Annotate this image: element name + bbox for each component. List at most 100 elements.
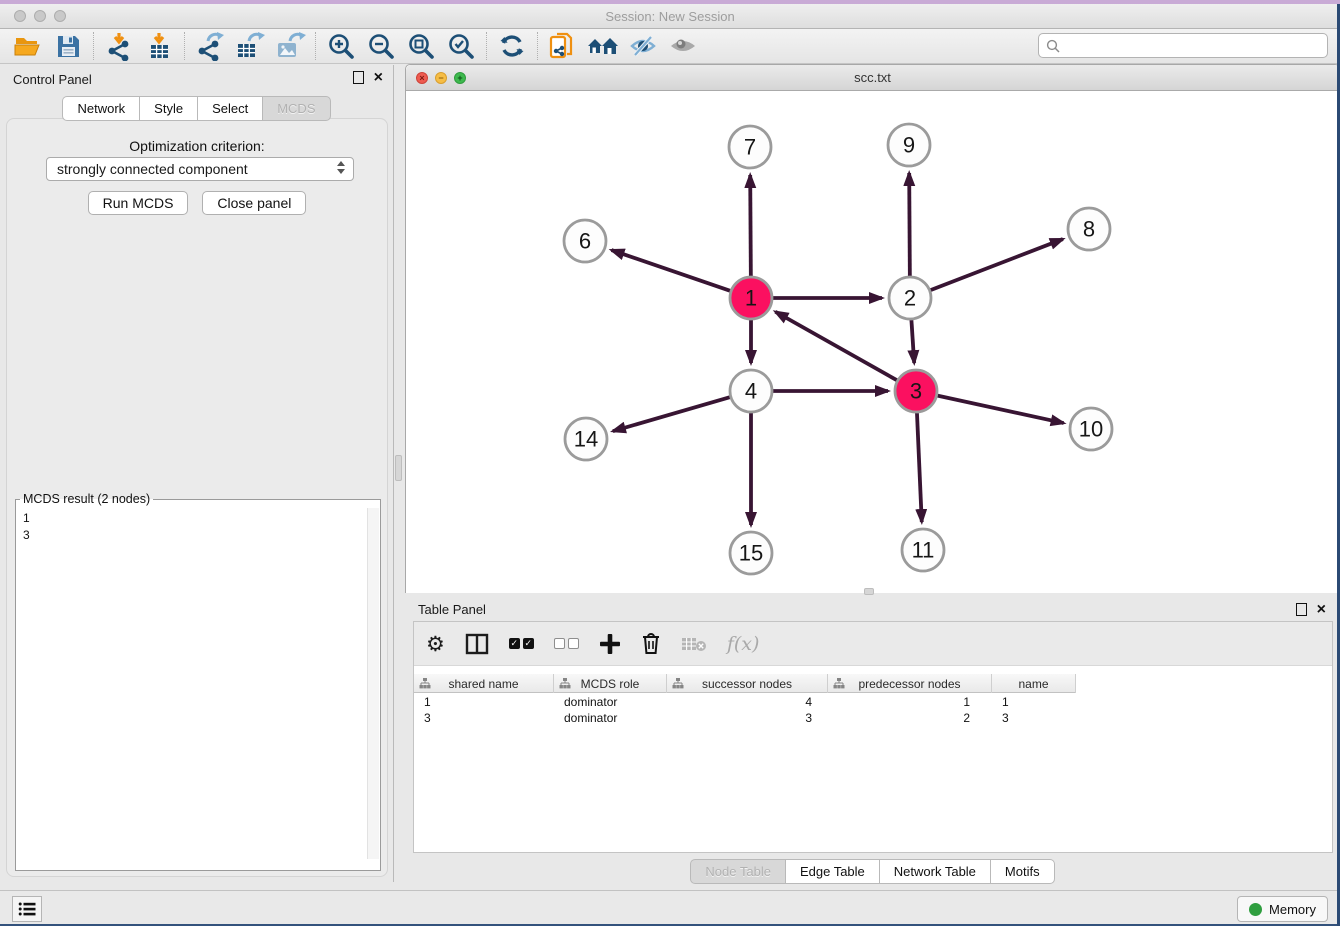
tab-network-table[interactable]: Network Table	[879, 859, 990, 884]
graph-edge-1-7[interactable]	[750, 175, 751, 276]
import-table-icon	[144, 31, 174, 61]
graph-node-label: 11	[912, 538, 935, 563]
graph-edge-3-10[interactable]	[937, 396, 1063, 423]
graph-edge-2-8[interactable]	[931, 239, 1063, 290]
cell-shared-name[interactable]: 3	[414, 710, 554, 726]
column-header-MCDS-role[interactable]: MCDS role	[554, 674, 667, 693]
cell-successor-nodes[interactable]: 4	[667, 694, 828, 710]
cell-name[interactable]: 3	[992, 710, 1076, 726]
run-mcds-button[interactable]: Run MCDS	[88, 191, 189, 215]
memory-label: Memory	[1269, 902, 1316, 917]
column-header-name[interactable]: name	[992, 674, 1076, 693]
open-session-button[interactable]	[8, 30, 48, 62]
tab-network[interactable]: Network	[62, 96, 139, 121]
graph-edge-3-1[interactable]	[775, 312, 896, 380]
search-input[interactable]	[1065, 36, 1327, 56]
column-layout-button[interactable]	[465, 629, 489, 659]
search-field[interactable]	[1038, 33, 1328, 58]
add-row-button[interactable]	[599, 629, 621, 659]
cell-name[interactable]: 1	[992, 694, 1076, 710]
delete-row-button[interactable]	[641, 629, 661, 659]
home-icon	[586, 33, 620, 59]
hide-selected-button[interactable]	[623, 30, 663, 62]
refresh-button[interactable]	[492, 30, 532, 62]
column-settings-button[interactable]: ⚙	[426, 629, 445, 659]
zoom-out-icon	[367, 32, 395, 60]
cell-MCDS-role[interactable]: dominator	[554, 694, 667, 710]
task-history-button[interactable]	[12, 896, 42, 922]
mcds-result-box: MCDS result (2 nodes) 1 3	[15, 492, 381, 871]
home-button[interactable]	[583, 30, 623, 62]
graph-edge-2-9[interactable]	[909, 173, 910, 276]
graph-node-label: 6	[579, 229, 591, 254]
select-all-button[interactable]: ✓ ✓	[509, 629, 534, 659]
network-graph[interactable]: 1234678910111415	[406, 91, 1339, 593]
graph-edge-3-11[interactable]	[917, 413, 922, 522]
memory-button[interactable]: Memory	[1237, 896, 1328, 922]
tab-motifs[interactable]: Motifs	[990, 859, 1055, 884]
zoom-selected-button[interactable]	[441, 30, 481, 62]
close-panel-button[interactable]: Close panel	[202, 191, 306, 215]
mcds-result-text[interactable]: 1 3	[17, 508, 379, 859]
column-header-shared-name[interactable]: shared name	[414, 674, 554, 693]
table-row[interactable]: 3dominator323	[414, 710, 1076, 726]
canvas-splitter-handle[interactable]	[864, 588, 874, 595]
network-canvas[interactable]: 1234678910111415	[406, 91, 1339, 593]
tab-style[interactable]: Style	[139, 96, 197, 121]
import-network-button[interactable]	[99, 30, 139, 62]
column-type-icon	[833, 678, 845, 689]
control-panel: Control Panel × NetworkStyleSelectMCDS O…	[0, 65, 394, 882]
cell-predecessor-nodes[interactable]: 2	[828, 710, 992, 726]
tab-node-table[interactable]: Node Table	[690, 859, 785, 884]
zoom-out-button[interactable]	[361, 30, 401, 62]
graph-edge-1-6[interactable]	[611, 250, 730, 291]
graph-node-label: 15	[739, 541, 763, 566]
graph-edge-4-14[interactable]	[613, 397, 730, 431]
network-view-window: × − + scc.txt 1234678910111415	[405, 64, 1340, 593]
export-image-button[interactable]	[270, 30, 310, 62]
graph-edge-2-3[interactable]	[911, 320, 914, 363]
save-session-button[interactable]	[48, 30, 88, 62]
zoom-in-button[interactable]	[321, 30, 361, 62]
close-table-panel-icon[interactable]: ×	[1317, 603, 1326, 616]
control-panel-tabs: NetworkStyleSelectMCDS	[0, 96, 393, 121]
export-table-button[interactable]	[230, 30, 270, 62]
cell-successor-nodes[interactable]: 3	[667, 710, 828, 726]
float-panel-icon[interactable]	[353, 71, 364, 84]
tab-select[interactable]: Select	[197, 96, 262, 121]
column-header-predecessor-nodes[interactable]: predecessor nodes	[828, 674, 992, 693]
export-network-button[interactable]	[190, 30, 230, 62]
cell-MCDS-role[interactable]: dominator	[554, 710, 667, 726]
cell-shared-name[interactable]: 1	[414, 694, 554, 710]
column-header-successor-nodes[interactable]: successor nodes	[667, 674, 828, 693]
column-header-label: successor nodes	[702, 677, 792, 691]
panel-splitter-handle[interactable]	[395, 455, 402, 481]
tab-mcds[interactable]: MCDS	[262, 96, 330, 121]
delete-table-icon	[681, 635, 707, 653]
mcds-tab-content: Optimization criterion: strongly connect…	[6, 118, 388, 877]
cell-predecessor-nodes[interactable]: 1	[828, 694, 992, 710]
graph-node-label: 9	[903, 133, 915, 158]
criterion-dropdown[interactable]: strongly connected component	[46, 157, 354, 181]
import-table-button[interactable]	[139, 30, 179, 62]
clone-network-button[interactable]	[543, 30, 583, 62]
network-window-titlebar[interactable]: × − + scc.txt	[406, 65, 1339, 91]
delete-table-button[interactable]	[681, 629, 707, 659]
deselect-all-button[interactable]	[554, 629, 579, 659]
column-type-icon	[672, 678, 684, 689]
table-toolbar: ⚙ ✓ ✓	[414, 622, 1332, 666]
control-panel-header: Control Panel ×	[0, 65, 393, 93]
tab-edge-table[interactable]: Edge Table	[785, 859, 879, 884]
zoom-selected-icon	[447, 32, 475, 60]
close-panel-icon[interactable]: ×	[374, 71, 383, 84]
table-row[interactable]: 1dominator411	[414, 694, 1076, 710]
toolbar-separator	[537, 32, 538, 60]
result-scrollbar[interactable]	[367, 508, 379, 859]
checked-box-icon: ✓	[523, 638, 534, 649]
zoom-fit-button[interactable]	[401, 30, 441, 62]
show-all-button[interactable]	[663, 30, 703, 62]
graph-node-label: 1	[745, 286, 757, 311]
network-window-title: scc.txt	[406, 70, 1339, 85]
function-builder-button[interactable]: f(x)	[727, 629, 760, 659]
float-table-panel-icon[interactable]	[1296, 603, 1307, 616]
